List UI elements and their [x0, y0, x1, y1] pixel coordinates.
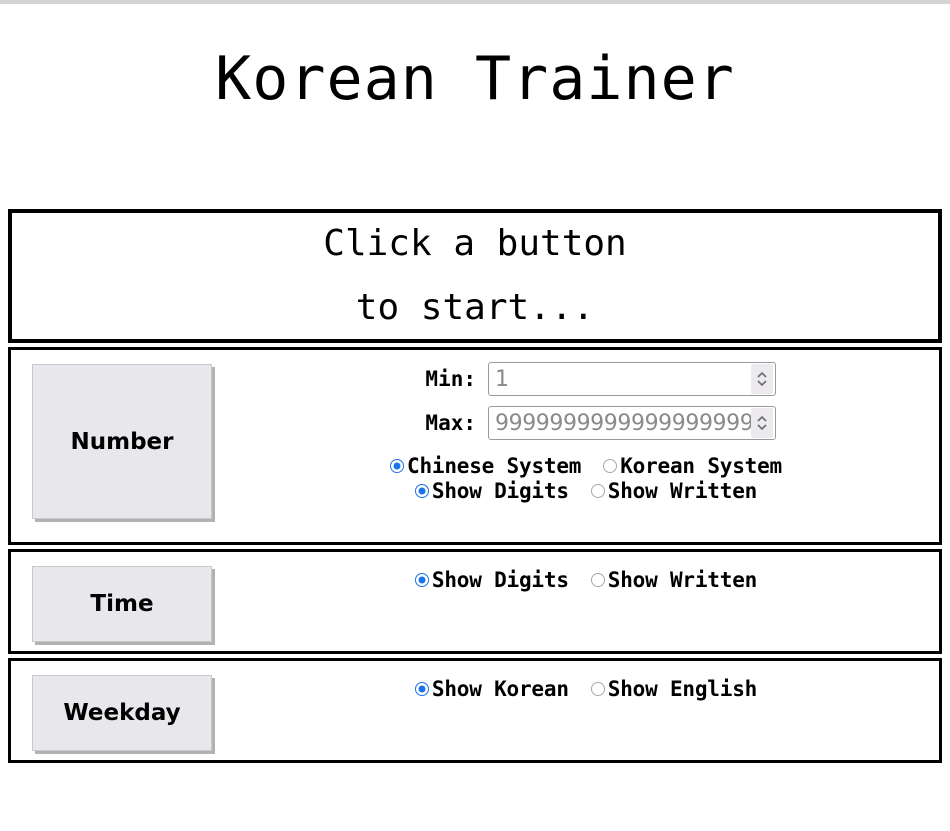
- radio-weekday-show-korean[interactable]: Show Korean: [414, 677, 569, 701]
- weekday-button-column: Weekday: [11, 661, 233, 751]
- max-input[interactable]: 99999999999999999999: [488, 406, 776, 440]
- radio-number-show-written[interactable]: Show Written: [590, 479, 758, 503]
- section-time: Time Show Digits Show Written: [8, 549, 942, 654]
- min-label: Min:: [425, 367, 476, 391]
- time-controls: Show Digits Show Written: [233, 552, 939, 592]
- weekday-format-radio-group: Show Korean Show English: [414, 677, 758, 701]
- number-button[interactable]: Number: [32, 364, 212, 519]
- page-title: Korean Trainer: [215, 44, 735, 114]
- radio-indicator[interactable]: [590, 484, 605, 498]
- radio-weekday-show-english[interactable]: Show English: [590, 677, 758, 701]
- radio-indicator[interactable]: [390, 459, 405, 473]
- number-format-radio-group: Show Digits Show Written: [414, 479, 758, 503]
- radio-label: Show English: [607, 677, 758, 701]
- spinner-updown-icon[interactable]: [751, 408, 773, 438]
- spinner-updown-icon[interactable]: [751, 364, 773, 394]
- radio-chinese-system[interactable]: Chinese System: [390, 454, 581, 478]
- section-number: Number Min: 1 Max: 99999999999999999999 …: [8, 347, 942, 545]
- radio-label: Korean System: [620, 454, 782, 478]
- max-row: Max: 99999999999999999999: [396, 406, 776, 440]
- weekday-button[interactable]: Weekday: [32, 675, 212, 751]
- max-input-value: 99999999999999999999: [495, 410, 751, 436]
- number-system-radio-group: Chinese System Korean System: [390, 454, 782, 478]
- radio-number-show-digits[interactable]: Show Digits: [414, 479, 569, 503]
- time-button[interactable]: Time: [32, 566, 212, 642]
- radio-label: Show Korean: [431, 677, 569, 701]
- radio-indicator[interactable]: [414, 573, 429, 587]
- time-format-radio-group: Show Digits Show Written: [414, 568, 758, 592]
- number-controls: Min: 1 Max: 99999999999999999999 Chinese…: [233, 350, 939, 503]
- radio-indicator[interactable]: [414, 484, 429, 498]
- app-root: Korean Trainer Click a button to start..…: [0, 4, 950, 763]
- min-input-value: 1: [495, 366, 509, 392]
- section-weekday: Weekday Show Korean Show English: [8, 658, 942, 763]
- min-input[interactable]: 1: [488, 362, 776, 396]
- display-line-2: to start...: [355, 287, 595, 328]
- display-line-1: Click a button: [323, 222, 627, 264]
- weekday-controls: Show Korean Show English: [233, 661, 939, 701]
- radio-indicator[interactable]: [590, 573, 605, 587]
- radio-indicator[interactable]: [414, 682, 429, 696]
- time-button-column: Time: [11, 552, 233, 642]
- min-row: Min: 1: [396, 362, 776, 396]
- radio-time-show-digits[interactable]: Show Digits: [414, 568, 569, 592]
- radio-label: Show Digits: [431, 568, 569, 592]
- display-panel: Click a button to start...: [8, 209, 942, 343]
- max-label: Max:: [425, 411, 476, 435]
- radio-time-show-written[interactable]: Show Written: [590, 568, 758, 592]
- radio-label: Show Written: [607, 479, 758, 503]
- radio-indicator[interactable]: [603, 459, 618, 473]
- radio-korean-system[interactable]: Korean System: [603, 454, 782, 478]
- radio-label: Chinese System: [407, 454, 582, 478]
- radio-label: Show Digits: [431, 479, 569, 503]
- radio-indicator[interactable]: [590, 682, 605, 696]
- number-button-column: Number: [11, 350, 233, 519]
- radio-label: Show Written: [607, 568, 758, 592]
